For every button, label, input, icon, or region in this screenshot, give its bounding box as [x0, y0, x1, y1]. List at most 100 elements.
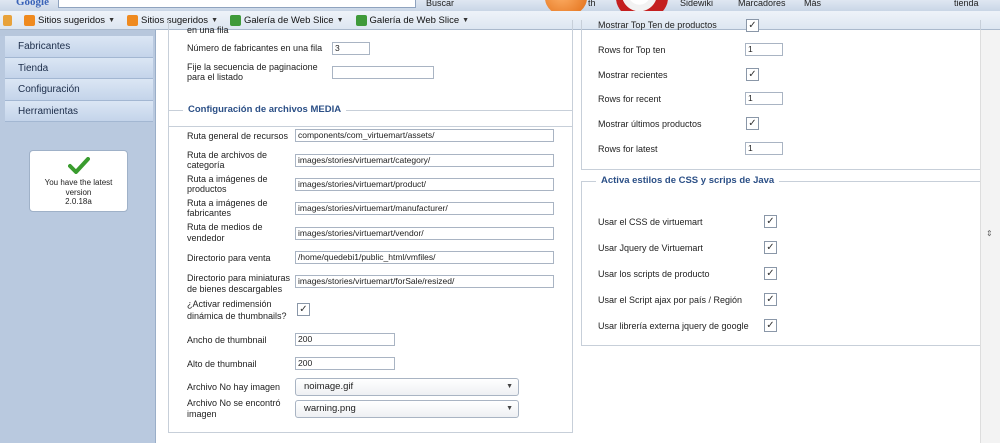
search-box[interactable] — [58, 0, 416, 8]
version-line-2: version — [65, 187, 92, 197]
media-panel-legend: Configuración de archivos MEDIA — [183, 104, 347, 115]
google-jquery-checkbox[interactable]: ✓ — [764, 319, 777, 332]
rows-recent-label: Rows for recent — [598, 94, 662, 104]
favorites-star-icon[interactable] — [3, 14, 12, 26]
tienda-button[interactable]: tienda — [954, 0, 979, 8]
media-row-label: Ruta de medios de — [187, 222, 263, 232]
sidebar-item-tienda[interactable]: Tienda — [5, 57, 153, 79]
chevron-down-icon: ▼ — [108, 16, 115, 24]
marcadores-button[interactable]: Marcadores — [738, 0, 786, 8]
pagination-label-1: Fije la secuencia de paginacione — [187, 62, 318, 72]
browser-toolbar: Google Buscar th Sidewiki Marcadores Más… — [0, 0, 1000, 11]
css-js-panel-legend: Activa estilos de CSS y scrips de Java — [596, 175, 780, 186]
chevron-down-icon: ▼ — [506, 383, 513, 390]
notfound-select[interactable]: warning.png ▼ — [295, 400, 519, 418]
suggested-sites-icon — [127, 14, 138, 26]
thumb-height-label: Alto de thumbnail — [187, 359, 257, 369]
chevron-down-icon: ▼ — [506, 405, 513, 412]
pagination-label-2: para el listado — [187, 72, 244, 82]
partial-toolbar-text: th — [588, 0, 596, 8]
css-js-panel: Activa estilos de CSS y scrips de Java U… — [581, 175, 981, 346]
mas-button[interactable]: Más — [804, 0, 821, 8]
vendor-path-input[interactable]: images/stories/virtuemart/vendor/ — [295, 227, 554, 240]
favorite-label: Sitios sugeridos — [38, 14, 106, 26]
media-row-label: Directorio para miniaturas — [187, 273, 291, 283]
virtuemart-jquery-checkbox[interactable]: ✓ — [764, 241, 777, 254]
sales-directory-input[interactable]: /home/quedebi1/public_html/vmfiles/ — [295, 251, 554, 264]
top-ten-checkbox[interactable]: ✓ — [746, 19, 759, 32]
manufacturers-per-row-input[interactable]: 3 — [332, 42, 370, 55]
google-logo: Google — [16, 0, 49, 8]
sidebar-item-configuracion[interactable]: Configuración — [5, 79, 153, 101]
sidebar-item-fabricantes[interactable]: Fabricantes — [5, 36, 153, 58]
notfound-label-2: imagen — [187, 409, 217, 419]
favorite-item[interactable]: Sitios sugeridos ▼ — [24, 14, 115, 26]
orange-ball-icon — [545, 0, 587, 11]
media-row-label-2: vendedor — [187, 233, 225, 243]
thumb-width-label: Ancho de thumbnail — [187, 335, 267, 345]
media-settings-panel: Configuración de archivos MEDIA Ruta gen… — [168, 104, 573, 433]
css-option-label: Usar librería externa jquery de google — [598, 321, 749, 331]
red-ball-icon — [616, 0, 668, 11]
scroll-grip-icon[interactable]: ⇕ — [986, 229, 994, 239]
sidebar-menu: Fabricantes Tienda Configuración Herrami… — [5, 36, 153, 122]
css-option-label: Usar el Script ajax por país / Región — [598, 295, 743, 305]
version-text: You have the latest version 2.0.18a — [30, 178, 127, 207]
ajax-country-region-checkbox[interactable]: ✓ — [764, 293, 777, 306]
rows-top-ten-input[interactable]: 1 — [745, 43, 783, 56]
css-option-label: Usar Jquery de Virtuemart — [598, 243, 703, 253]
media-row-label: Ruta general de recursos — [187, 131, 289, 141]
dynamic-resize-checkbox[interactable]: ✓ — [297, 303, 310, 316]
version-number: 2.0.18a — [65, 197, 92, 206]
checkmark-icon — [67, 157, 90, 174]
resize-label-1: ¿Activar redimensión — [187, 299, 272, 309]
thumb-height-input[interactable]: 200 — [295, 357, 395, 370]
latest-label: Mostrar últimos productos — [598, 119, 702, 129]
rows-latest-input[interactable]: 1 — [745, 142, 783, 155]
rows-top-ten-label: Rows for Top ten — [598, 45, 666, 55]
media-row-label: Directorio para venta — [187, 253, 271, 263]
media-row-label-2: productos — [187, 184, 227, 194]
noimage-select-value: noimage.gif — [304, 381, 354, 392]
product-scripts-checkbox[interactable]: ✓ — [764, 267, 777, 280]
version-status-box: You have the latest version 2.0.18a — [29, 150, 128, 212]
top-ten-label: Mostrar Top Ten de productos — [598, 20, 717, 30]
media-row-label: Ruta a imágenes de — [187, 174, 268, 184]
css-option-label: Usar el CSS de virtuemart — [598, 217, 703, 227]
media-row-label-2: categoría — [187, 160, 225, 170]
partial-field-label: en una fila — [187, 25, 229, 35]
media-row-label: Ruta de archivos de — [187, 150, 268, 160]
assets-path-input[interactable]: components/com_virtuemart/assets/ — [295, 129, 554, 142]
media-row-label-2: de bienes descargables — [187, 284, 283, 294]
sidebar: Fabricantes Tienda Configuración Herrami… — [0, 36, 155, 443]
main-content: en una fila Número de fabricantes en una… — [155, 19, 990, 443]
media-row-label: Ruta a imágenes de — [187, 198, 268, 208]
media-row-label-2: fabricantes — [187, 208, 232, 218]
product-display-panel: Mostrar Top Ten de productos ✓ Rows for … — [581, 19, 981, 170]
product-path-input[interactable]: images/stories/virtuemart/product/ — [295, 178, 554, 191]
virtuemart-css-checkbox[interactable]: ✓ — [764, 215, 777, 228]
latest-checkbox[interactable]: ✓ — [746, 117, 759, 130]
rows-recent-input[interactable]: 1 — [745, 92, 783, 105]
notfound-label-1: Archivo No se encontró — [187, 398, 281, 408]
manufacturers-per-row-label: Número de fabricantes en una fila — [187, 43, 323, 53]
recent-label: Mostrar recientes — [598, 70, 668, 80]
downloadables-thumbs-input[interactable]: images/stories/virtuemart/forSale/resize… — [295, 275, 554, 288]
rows-latest-label: Rows for latest — [598, 144, 658, 154]
css-option-label: Usar los scripts de producto — [598, 269, 710, 279]
noimage-select[interactable]: noimage.gif ▼ — [295, 378, 519, 396]
buscar-button[interactable]: Buscar — [426, 0, 454, 8]
notfound-select-value: warning.png — [304, 403, 356, 414]
thumb-width-input[interactable]: 200 — [295, 333, 395, 346]
suggested-sites-icon — [24, 14, 35, 26]
pagination-sequence-input[interactable] — [332, 66, 434, 79]
resize-label-2: dinámica de thumbnails? — [187, 311, 287, 321]
sidewiki-button[interactable]: Sidewiki — [680, 0, 713, 8]
manufacturer-path-input[interactable]: images/stories/virtuemart/manufacturer/ — [295, 202, 554, 215]
category-path-input[interactable]: images/stories/virtuemart/category/ — [295, 154, 554, 167]
noimage-label: Archivo No hay imagen — [187, 382, 281, 392]
sidebar-item-herramientas[interactable]: Herramientas — [5, 100, 153, 122]
recent-checkbox[interactable]: ✓ — [746, 68, 759, 81]
version-line-1: You have the latest — [44, 178, 113, 187]
page-scrollbar[interactable]: ⇕ — [980, 30, 1000, 443]
